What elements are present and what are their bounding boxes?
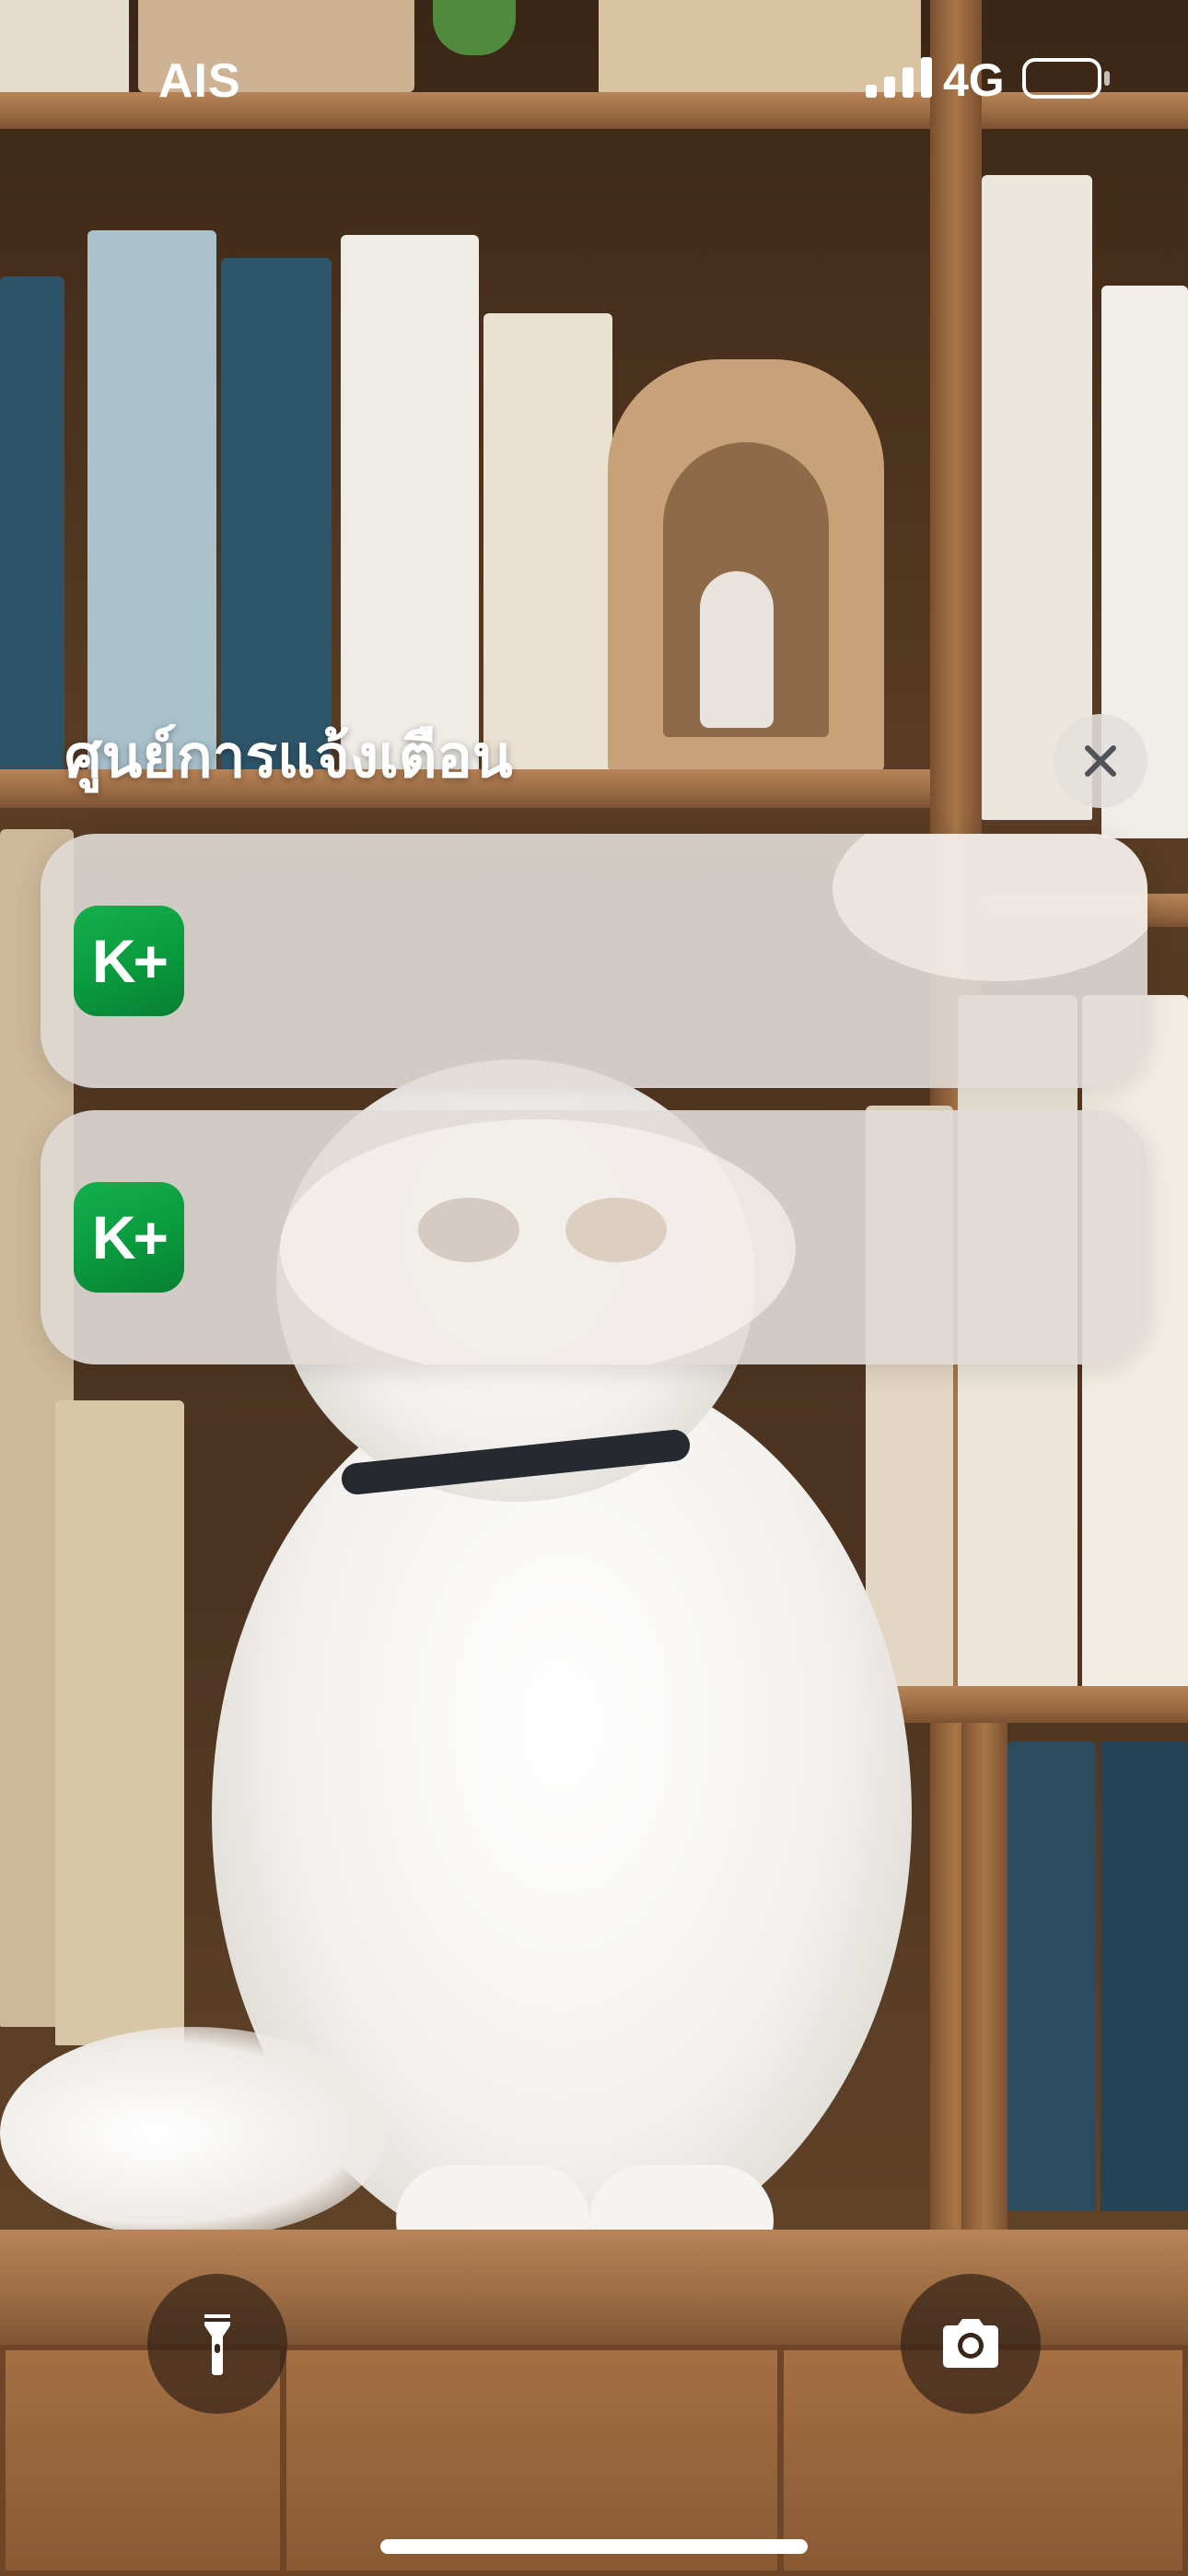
home-indicator[interactable] bbox=[380, 2539, 808, 2554]
camera-button[interactable] bbox=[901, 2274, 1041, 2414]
carrier-label: AIS bbox=[158, 54, 241, 108]
notification-card[interactable]: K+ bbox=[41, 834, 1147, 1088]
close-icon bbox=[1085, 745, 1116, 777]
cellular-signal-icon bbox=[866, 57, 932, 98]
status-bar: AIS 4G bbox=[0, 0, 1188, 157]
kplus-app-icon: K+ bbox=[74, 1182, 184, 1293]
clear-notifications-button[interactable] bbox=[1054, 714, 1147, 808]
flashlight-button[interactable] bbox=[147, 2274, 287, 2414]
kplus-app-icon: K+ bbox=[74, 906, 184, 1016]
flashlight-icon bbox=[204, 2314, 230, 2375]
battery-icon bbox=[1022, 58, 1110, 99]
notification-center-title: ศูนย์การแจ้งเตือน bbox=[64, 723, 513, 791]
app-icon-label: K+ bbox=[91, 1203, 169, 1271]
app-icon-label: K+ bbox=[91, 927, 169, 995]
camera-icon bbox=[943, 2319, 998, 2368]
network-type-label: 4G bbox=[943, 54, 1005, 106]
notification-card[interactable]: K+ bbox=[41, 1110, 1147, 1364]
